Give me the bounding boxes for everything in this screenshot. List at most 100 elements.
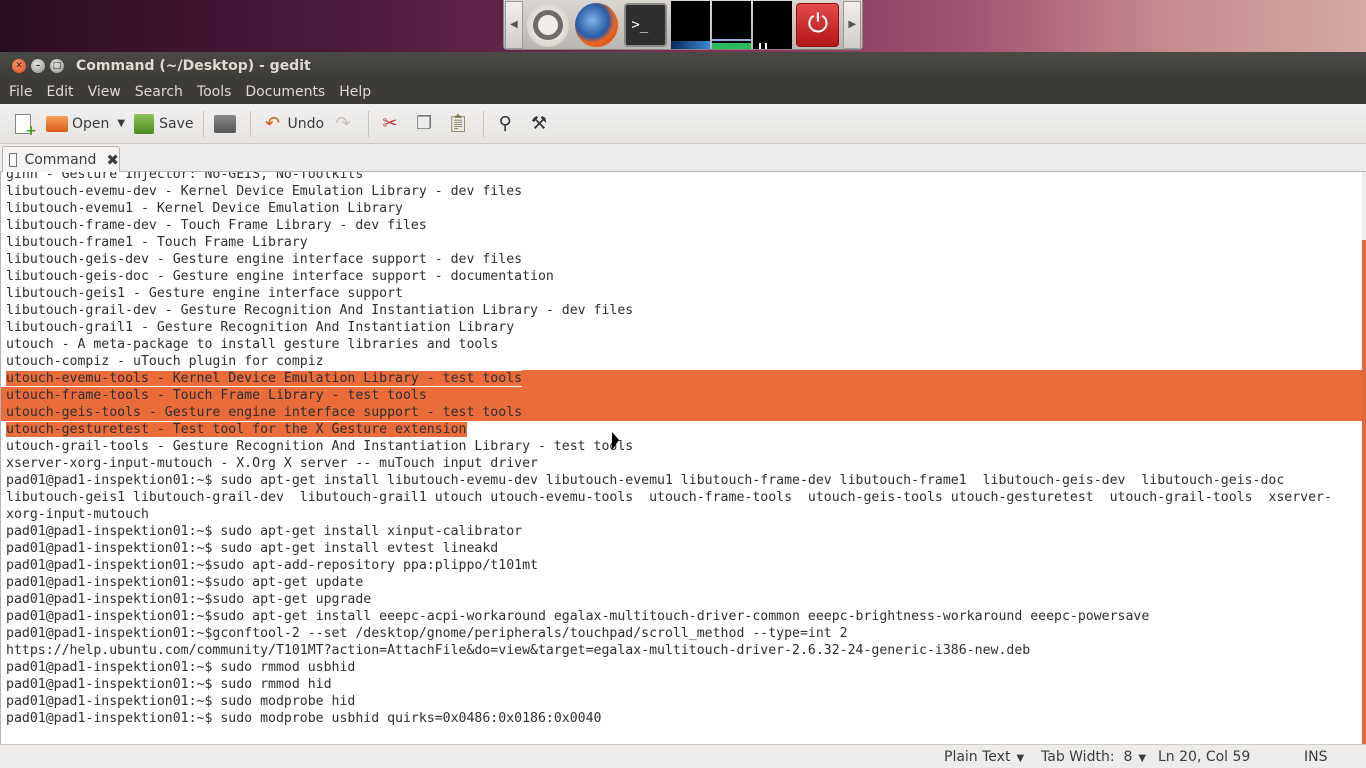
editor-line[interactable]: pad01@pad1-inspektion01:~$ sudo apt-get …	[6, 540, 1332, 557]
document-tab-strip: Command ✖	[0, 144, 1366, 173]
editor-line[interactable]: utouch-evemu-tools - Kernel Device Emula…	[6, 370, 1366, 387]
paste-button[interactable]: 📋︎	[443, 109, 477, 139]
editor-line[interactable]: pad01@pad1-inspektion01:~$sudo apt-add-r…	[6, 557, 1332, 574]
tab-close-icon[interactable]: ✖	[106, 151, 119, 169]
firefox-icon[interactable]	[575, 2, 619, 47]
editor-line[interactable]: https://help.ubuntu.com/community/T101MT…	[6, 642, 1332, 659]
tab-width-selector[interactable]: Tab Width: 8 ▼	[1041, 749, 1146, 765]
window-maximize-button[interactable]: □	[50, 59, 64, 73]
menu-search[interactable]: Search	[128, 84, 190, 100]
editor-line[interactable]: libutouch-geis-doc - Gesture engine inte…	[6, 268, 1332, 285]
redo-button[interactable]: ↷	[328, 109, 362, 139]
menu-documents[interactable]: Documents	[238, 84, 332, 100]
editor-line-text: https://help.ubuntu.com/community/T101MT…	[6, 643, 1031, 658]
editor-line[interactable]: pad01@pad1-inspektion01:~$ sudo rmmod hi…	[6, 676, 1332, 693]
dock-launcher: ◀ >_ ⏻ ▶	[503, 0, 863, 50]
editor-line-text: libutouch-frame1 - Touch Frame Library	[6, 235, 308, 250]
undo-label: Undo	[287, 115, 325, 132]
find-replace-icon: ⚒	[530, 113, 548, 134]
open-button[interactable]: Open	[42, 109, 113, 139]
memory-monitor-icon[interactable]	[712, 0, 752, 49]
editor-line[interactable]: utouch-gesturetest - Test tool for the X…	[6, 421, 1332, 438]
terminal-prompt-glyph: >_	[631, 16, 649, 33]
cut-button[interactable]: ✂	[375, 109, 409, 139]
language-label: Plain Text	[944, 749, 1011, 765]
editor-line[interactable]: ginn - Gesture Injector: No-GEIS, No-Too…	[6, 172, 1332, 183]
print-button[interactable]	[210, 109, 244, 139]
editor-line[interactable]: xorg-input-mutouch	[6, 506, 1332, 523]
editor-line-text: pad01@pad1-inspektion01:~$ sudo apt-get …	[6, 473, 1285, 488]
find-button[interactable]: ⚲	[490, 109, 524, 139]
save-button[interactable]: Save	[129, 109, 197, 139]
editor-line-text: pad01@pad1-inspektion01:~$gconftool-2 --…	[6, 626, 848, 641]
open-recent-dropdown[interactable]: ▼	[113, 109, 129, 139]
menu-help[interactable]: Help	[332, 84, 378, 100]
editor-line-text: pad01@pad1-inspektion01:~$ sudo rmmod hi…	[6, 677, 332, 692]
editor-line-text: utouch-compiz - uTouch plugin for compiz	[6, 354, 324, 369]
editor-line[interactable]: utouch-geis-tools - Gesture engine inter…	[1, 404, 1363, 421]
editor-line[interactable]: libutouch-frame-dev - Touch Frame Librar…	[6, 217, 1332, 234]
editor-line[interactable]: libutouch-grail1 - Gesture Recognition A…	[6, 319, 1332, 336]
editor-line[interactable]: utouch-compiz - uTouch plugin for compiz	[6, 353, 1332, 370]
editor-line[interactable]: pad01@pad1-inspektion01:~$sudo apt-get i…	[6, 608, 1332, 625]
find-replace-button[interactable]: ⚒	[524, 109, 558, 139]
editor-line[interactable]: pad01@pad1-inspektion01:~$ sudo apt-get …	[6, 523, 1332, 540]
editor-line[interactable]: pad01@pad1-inspektion01:~$ sudo modprobe…	[6, 710, 1332, 727]
selection-tail	[522, 370, 1366, 387]
editor-line[interactable]: libutouch-geis-dev - Gesture engine inte…	[6, 251, 1332, 268]
editor-line-text: libutouch-grail-dev - Gesture Recognitio…	[6, 303, 634, 318]
cpu-monitor-icon[interactable]	[671, 0, 711, 49]
editor-line[interactable]: libutouch-grail-dev - Gesture Recognitio…	[6, 302, 1332, 319]
editor-line[interactable]: libutouch-evemu-dev - Kernel Device Emul…	[6, 183, 1332, 200]
dock-scroll-right-arrow[interactable]: ▶	[843, 0, 861, 49]
editor-line-text: libutouch-geis-doc - Gesture engine inte…	[6, 269, 554, 284]
menu-file[interactable]: File	[2, 84, 39, 100]
window-minimize-button[interactable]: –	[31, 59, 45, 73]
chevron-down-icon: ▼	[117, 118, 126, 129]
editor-line[interactable]: pad01@pad1-inspektion01:~$ sudo modprobe…	[6, 693, 1332, 710]
editor-line[interactable]: utouch-grail-tools - Gesture Recognition…	[6, 438, 1332, 455]
power-icon[interactable]: ⏻	[796, 2, 840, 47]
editor-line[interactable]: pad01@pad1-inspektion01:~$gconftool-2 --…	[6, 625, 1332, 642]
editor-line-text: pad01@pad1-inspektion01:~$ sudo modprobe…	[6, 694, 356, 709]
editor-line[interactable]: xserver-xorg-input-mutouch - X.Org X ser…	[6, 455, 1332, 472]
editor-line[interactable]: libutouch-geis1 libutouch-grail-dev libu…	[6, 489, 1332, 506]
language-selector[interactable]: Plain Text ▼	[944, 749, 1024, 765]
editor-line[interactable]: utouch - A meta-package to install gestu…	[6, 336, 1332, 353]
vertical-scrollbar[interactable]	[1362, 172, 1366, 744]
ubuntu-logo-icon[interactable]	[526, 2, 570, 47]
menu-view[interactable]: View	[81, 84, 128, 100]
scrollbar-thumb[interactable]	[1362, 240, 1366, 744]
window-titlebar: ✕ – □ Command (~/Desktop) - gedit	[0, 52, 1366, 80]
editor-line-text: utouch - A meta-package to install gestu…	[6, 337, 499, 352]
toolbar-separator	[368, 110, 370, 137]
printer-icon	[214, 113, 237, 135]
menu-tools[interactable]: Tools	[190, 84, 239, 100]
editor-line-text: pad01@pad1-inspektion01:~$sudo apt-get u…	[6, 575, 364, 590]
editor-line[interactable]: libutouch-frame1 - Touch Frame Library	[6, 234, 1332, 251]
editor-line-text: libutouch-evemu-dev - Kernel Device Emul…	[6, 184, 523, 199]
undo-button[interactable]: ↶ Undo	[257, 109, 328, 139]
open-label: Open	[72, 115, 110, 132]
menu-edit[interactable]: Edit	[39, 84, 80, 100]
editor-line[interactable]: utouch-frame-tools - Touch Frame Library…	[1, 387, 1363, 404]
text-editor-area[interactable]: ginn - Gesture Injector: No-GEIS, No-Too…	[0, 172, 1366, 744]
editor-line[interactable]: pad01@pad1-inspektion01:~$ sudo rmmod us…	[6, 659, 1332, 676]
editor-line[interactable]: pad01@pad1-inspektion01:~$ sudo apt-get …	[6, 472, 1332, 489]
editor-line[interactable]: libutouch-geis1 - Gesture engine interfa…	[6, 285, 1332, 302]
new-document-button[interactable]	[8, 109, 42, 139]
network-monitor-icon[interactable]	[753, 0, 793, 49]
tab-command[interactable]: Command ✖	[2, 146, 120, 173]
editor-text[interactable]: ginn - Gesture Injector: No-GEIS, No-Too…	[1, 172, 1366, 727]
editor-line[interactable]: libutouch-evemu1 - Kernel Device Emulati…	[6, 200, 1332, 217]
desktop-top-panel: ◀ >_ ⏻ ▶	[0, 0, 1366, 52]
terminal-icon[interactable]: >_	[624, 2, 668, 47]
window-close-button[interactable]: ✕	[12, 59, 26, 73]
editor-line-text: pad01@pad1-inspektion01:~$sudo apt-get i…	[6, 609, 1150, 624]
editor-line-text: utouch-grail-tools - Gesture Recognition…	[6, 439, 634, 454]
editor-line[interactable]: pad01@pad1-inspektion01:~$sudo apt-get u…	[6, 591, 1332, 608]
editor-line-text: pad01@pad1-inspektion01:~$ sudo apt-get …	[6, 541, 499, 556]
dock-scroll-left-arrow[interactable]: ◀	[505, 0, 523, 49]
editor-line[interactable]: pad01@pad1-inspektion01:~$sudo apt-get u…	[6, 574, 1332, 591]
copy-button[interactable]: ❐	[409, 109, 443, 139]
